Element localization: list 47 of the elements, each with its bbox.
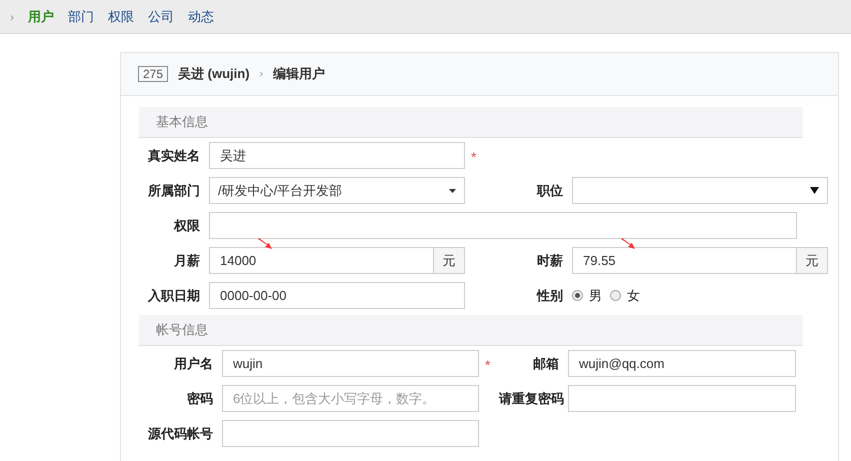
section-title: 帐号信息 [156,321,208,340]
page-title: 编辑用户 [273,65,326,84]
radio-label: 男 [589,286,602,305]
field-label: 所属部门 [146,182,201,200]
input-field[interactable] [568,385,796,412]
radio-button[interactable] [610,290,621,301]
field-label: 时薪 [536,252,564,270]
field-label: 用户名 [172,354,214,373]
required-mark: * [471,148,476,167]
required-mark: * [485,356,490,375]
unit-addon: 元 [434,247,465,274]
breadcrumb-separator: › [10,8,14,26]
field-label: 入职日期 [146,286,201,305]
caret-icon [449,188,456,192]
input-field[interactable]: 吴进 [209,142,465,169]
radio-button[interactable] [572,290,583,301]
input-field[interactable] [209,212,797,239]
input-field[interactable] [222,420,479,447]
field-label: 邮箱 [532,354,560,373]
user-name: 吴进 (wujin) [178,65,250,84]
input-field[interactable]: wujin@qq.com [568,350,796,377]
section-title: 基本信息 [156,113,208,132]
radio-label: 女 [627,286,640,305]
id-badge: 275 [138,66,168,82]
field-label: 真实姓名 [147,146,201,165]
select-field[interactable]: /研发中心/平台开发部 [209,177,465,204]
input-field[interactable]: 0000-00-00 [209,282,465,309]
field-label: 源代码帐号 [147,424,214,443]
breadcrumb-separator: › [260,66,264,82]
nav-link[interactable]: 公司 [148,6,174,26]
input-field[interactable]: 14000 [209,247,434,274]
nav-link[interactable]: 部门 [68,6,94,26]
field-label: 权限 [172,216,201,235]
nav-link[interactable]: 动态 [188,6,214,26]
nav-link[interactable]: 用户 [28,6,54,26]
select-field[interactable] [572,177,828,204]
field-label: 密码 [186,390,214,408]
unit-addon: 元 [797,247,828,274]
field-label: 请重复密码 [499,390,565,408]
input-field[interactable]: wujin [222,350,479,377]
nav-link[interactable]: 权限 [108,6,134,26]
field-label: 职位 [536,182,564,200]
input-field[interactable]: 6位以上，包含大小写字母，数字。 [222,385,479,412]
input-field[interactable]: 79.55 [572,247,797,274]
field-label: 性别 [536,286,564,305]
field-label: 月薪 [173,252,201,270]
caret-icon [810,187,819,194]
